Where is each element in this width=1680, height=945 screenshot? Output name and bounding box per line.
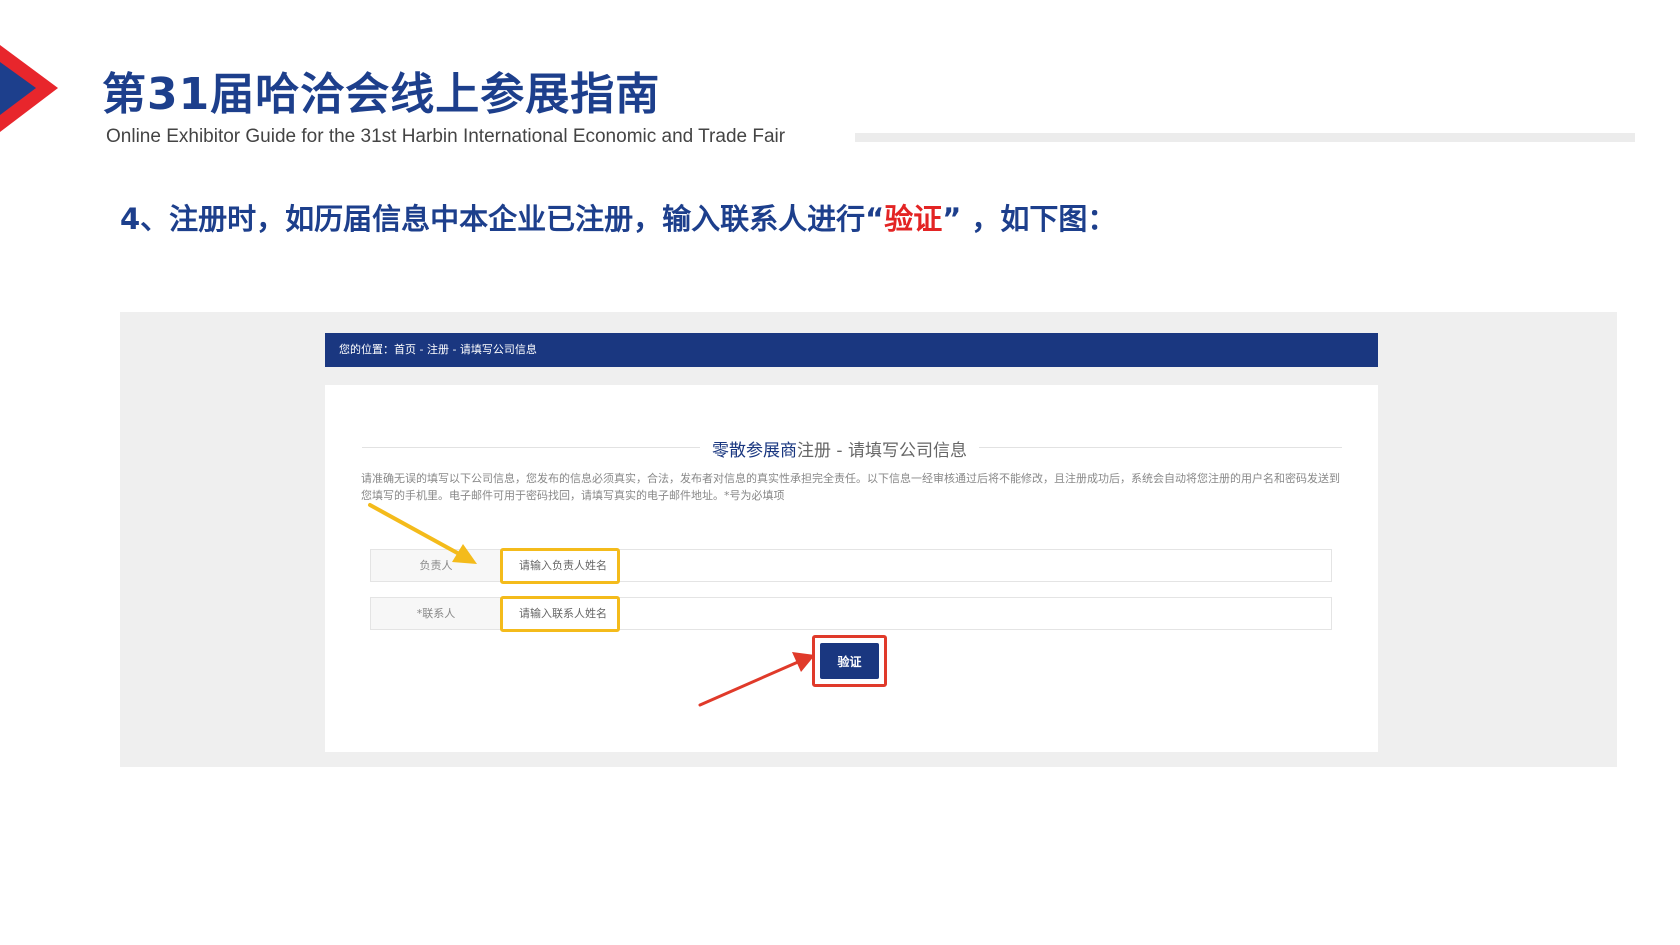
contact-person-label: *联系人 — [371, 598, 502, 629]
step-heading: 4、注册时，如历届信息中本企业已注册，输入联系人进行“验证” ，如下图： — [120, 196, 1116, 238]
slide-title: 第31届哈洽会线上参展指南 — [102, 69, 661, 120]
step-heading-prefix: 4、注册时，如历届信息中本企业已注册，输入联系人进行“ — [120, 202, 885, 236]
field-row-contact-person: *联系人 — [370, 597, 1332, 630]
subtitle-divider — [855, 133, 1635, 142]
field-row-responsible-person: 负责人 — [370, 549, 1332, 582]
contact-person-input[interactable] — [503, 598, 1331, 629]
red-arrow-icon — [698, 652, 815, 707]
step-heading-suffix: ” ，如下图： — [942, 202, 1117, 236]
form-notice: 请准确无误的填写以下公司信息，您发布的信息必须真实，合法，发布者对信息的真实性承… — [361, 472, 1340, 502]
verify-button[interactable]: 验证 — [820, 643, 879, 679]
responsible-person-input[interactable] — [503, 550, 1331, 581]
slide-subtitle: Online Exhibitor Guide for the 31st Harb… — [106, 126, 786, 147]
breadcrumb: 您的位置：首页 - 注册 - 请填写公司信息 — [325, 333, 1378, 367]
step-heading-highlight: 验证 — [884, 202, 943, 236]
form-title-strong: 零散参展商 — [712, 441, 797, 461]
fair-logo-icon — [0, 45, 58, 132]
form-title: 零散参展商注册 - 请填写公司信息 — [700, 436, 979, 461]
yellow-arrow-icon — [368, 503, 477, 564]
form-title-rest: 注册 - 请填写公司信息 — [797, 441, 967, 461]
